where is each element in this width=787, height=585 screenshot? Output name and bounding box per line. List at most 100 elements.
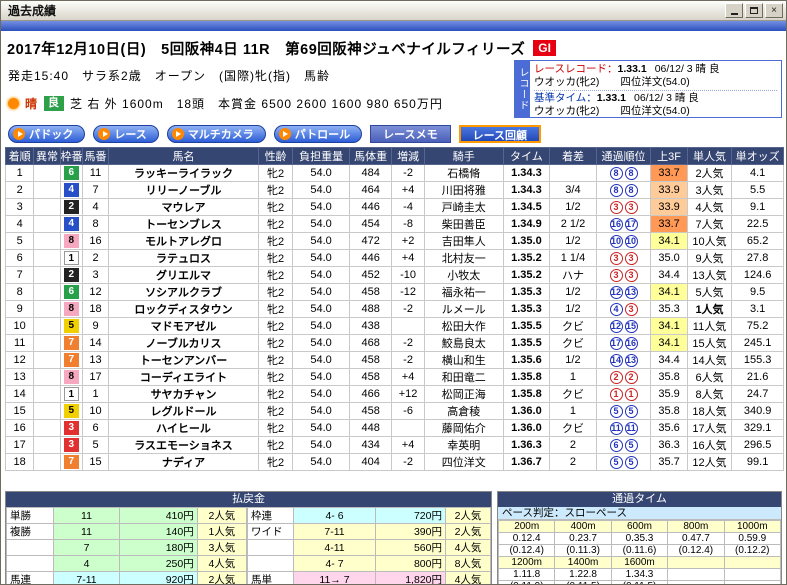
cell-carried-weight: 54.0	[292, 198, 350, 216]
passing-position: 13	[624, 285, 638, 299]
cell-horse-name: マドモアゼル	[108, 317, 259, 335]
passing-position: 3	[624, 251, 638, 265]
cell-horse-number: 12	[81, 283, 110, 301]
table-row[interactable]: 2 4 7 リリーノーブル 牝2 54.0 464 +4 川田将雅 1.34.3 3/4 8 8 33.9…	[4, 181, 784, 199]
lap-cumulative-time	[667, 568, 725, 581]
video-button-3[interactable]: マルチカメラ	[166, 125, 266, 143]
race-review-button[interactable]: レース回顧	[458, 125, 542, 143]
cell-body-weight: 468	[348, 334, 393, 352]
cell-carried-weight: 54.0	[292, 249, 350, 267]
cell-body-weight: 448	[348, 419, 393, 437]
table-row[interactable]: 4 4 8 トーセンブレス 牝2 54.0 454 -8 柴田善臣 1.34.9 2 1/2 16 17…	[4, 215, 784, 233]
cell-time: 1.34.3	[502, 164, 551, 182]
race-conditions: 発走15:40 サラ系2歳 オープン (国際)牝(指) 馬齢	[8, 69, 330, 83]
cell-passing-order: 11 11	[595, 419, 652, 437]
cell-jockey: 柴田善臣	[423, 215, 504, 233]
cell-passing-order: 11	[595, 385, 652, 403]
table-row[interactable]: 15 5 10 レグルドール 牝2 54.0 458 -6 高倉稜 1.36.0 1 5 5 35.8 18…	[4, 402, 784, 420]
table-row[interactable]: 1 6 11 ラッキーライラック 牝2 54.0 484 -2 石橋脩 1.34.3 8 8 33.7 2…	[4, 164, 784, 182]
table-row[interactable]: 11 7 14 ノーブルカリス 牝2 54.0 468 -2 鮫島良太 1.35.5 クビ 17 16 3…	[4, 334, 784, 352]
table-row[interactable]: 6 1 2 ラテュロス 牝2 54.0 446 +4 北村友一 1.35.2 1 1/4 3 3 35.0…	[4, 249, 784, 267]
passing-position: 3	[624, 268, 638, 282]
lap-distance: 1600m	[610, 556, 669, 569]
cell-bracket-number: 7	[59, 334, 83, 352]
lap-distance: 200m	[497, 520, 556, 533]
passing-position: 11	[624, 421, 638, 435]
cell-win-popularity: 6人気	[686, 368, 733, 386]
cell-passing-order: 65	[595, 436, 652, 454]
video-button-1[interactable]: パドック	[8, 125, 86, 143]
cell-win-odds: 124.6	[731, 266, 784, 284]
race-memo-button[interactable]: レースメモ	[370, 125, 451, 143]
cell-weight-change: +4	[391, 181, 425, 199]
passing-position: 10	[609, 234, 623, 248]
passing-position: 13	[624, 353, 638, 367]
cell-horse-name: サヤカチャン	[108, 385, 259, 403]
cell-body-weight: 466	[348, 385, 393, 403]
lap-split-time: (0.11.3)	[554, 544, 612, 557]
table-row[interactable]: 13 8 17 コーディエライト 牝2 54.0 458 +4 和田竜二 1.35.8 1 2 2 35.…	[4, 368, 784, 386]
table-row[interactable]: 8 6 12 ソシアルクラブ 牝2 54.0 458 -12 福永祐一 1.35.3 1/2 12 13…	[4, 283, 784, 301]
cell-jockey: 和田竜二	[423, 368, 504, 386]
cell-horse-number: 17	[81, 368, 110, 386]
results-header-row: 着順 異常 枠番 馬番 馬名 性齢 負担重量 馬体重 増減 騎手 タイム 着差 通過順位 上3F 単人気 単オ…	[4, 147, 784, 165]
cell-body-weight: 484	[348, 164, 393, 182]
grade-badge: GI	[533, 40, 556, 56]
cell-body-weight: 458	[348, 283, 393, 301]
sun-icon	[8, 98, 19, 109]
cell-finish-position: 11	[4, 334, 35, 352]
cell-bracket-number: 8	[59, 232, 83, 250]
titlebar: 過去成績 ×	[1, 1, 786, 21]
cell-weight-change: -10	[391, 266, 425, 284]
race-info-block: 発走15:40 サラ系2歳 オープン (国際)牝(指) 馬齢 晴 良 芝 右 外…	[5, 60, 514, 112]
cell-margin: 1/2	[549, 232, 597, 250]
video-button-4[interactable]: パトロール	[273, 125, 363, 143]
cell-weight-change: -2	[391, 300, 425, 318]
payout-table-left: 単勝 11 410円 2人気 複勝 11 140円 1人気 7 180円 3人気 4 250円 4人気 馬連…	[5, 507, 248, 584]
lap-cumulative-time: 0.59.9	[723, 532, 782, 545]
maximize-button[interactable]	[745, 3, 763, 18]
passing-position: 16	[609, 217, 623, 231]
table-row[interactable]: 14 1 1 サヤカチャン 牝2 54.0 466 +12 松岡正海 1.35.8 クビ 1 1 35.9…	[4, 385, 784, 403]
column-header-5: 性齢	[257, 147, 294, 165]
payout-popularity: 4人気	[196, 555, 248, 572]
cell-win-popularity: 11人気	[686, 317, 733, 335]
cell-horse-number: 15	[81, 453, 110, 471]
column-header-11: 着差	[549, 147, 597, 165]
play-icon	[171, 128, 184, 140]
payout-bet-type: 複勝	[5, 523, 55, 540]
cell-passing-order: 17 16	[595, 334, 652, 352]
race-record-holder: ウオッカ(牝2) 四位洋文(54.0)	[534, 76, 690, 88]
cell-horse-name: ロックディスタウン	[108, 300, 259, 318]
cell-bracket-number: 2	[59, 266, 83, 284]
table-row[interactable]: 18 7 15 ナディア 牝2 54.0 404 -2 四位洋文 1.36.7 2 5 5 35.7 12人…	[4, 453, 784, 471]
cell-finish-position: 18	[4, 453, 35, 471]
cell-finish-position: 12	[4, 351, 35, 369]
cell-passing-order: 14 13	[595, 351, 652, 369]
cell-time: 1.36.3	[502, 436, 551, 454]
cell-passing-order: 12 15	[595, 317, 652, 335]
table-row[interactable]: 9 8 18 ロックディスタウン 牝2 54.0 488 -2 ルメール 1.35.3 1/2 4 3 3…	[4, 300, 784, 318]
cell-weight-change: +4	[391, 368, 425, 386]
minimize-button[interactable]	[725, 3, 743, 18]
cell-win-odds: 27.8	[731, 249, 784, 267]
header-accent-bar	[1, 21, 786, 31]
table-row[interactable]: 10 5 9 マドモアゼル 牝2 54.0 438 松田大作 1.35.5 クビ 12 15 34.1 1…	[4, 317, 784, 335]
lap-split-row: (0.11.9)(0.11.5)(0.11.5)	[497, 580, 782, 584]
cell-body-weight: 446	[348, 249, 393, 267]
payout-amount: 560円	[375, 539, 446, 556]
content: 2017年12月10日(日) 5回阪神4日 11R 第69回阪神ジュベナイルフィ…	[1, 31, 786, 584]
video-button-2[interactable]: レース	[93, 125, 159, 143]
table-row[interactable]: 17 3 5 ラスエモーショネス 牝2 54.0 434 +4 幸英明 1.36.3 2 6 5 36.3…	[4, 436, 784, 454]
table-row[interactable]: 7 2 3 グリエルマ 牝2 54.0 452 -10 小牧太 1.35.2 ハナ 3 3 34.4 13人…	[4, 266, 784, 284]
bracket-badge: 8	[63, 234, 79, 248]
cell-win-popularity: 10人気	[686, 232, 733, 250]
close-button[interactable]: ×	[765, 3, 783, 18]
payout-amount: 390円	[375, 523, 446, 540]
table-row[interactable]: 12 7 13 トーセンアンバー 牝2 54.0 458 -2 横山和生 1.35.6 1/2 14 1…	[4, 351, 784, 369]
cell-jockey: 松岡正海	[423, 385, 504, 403]
table-row[interactable]: 5 8 16 モルトアレグロ 牝2 54.0 472 +2 吉田隼人 1.35.0 1/2 10 10 3…	[4, 232, 784, 250]
table-row[interactable]: 3 2 4 マウレア 牝2 54.0 446 -4 戸崎圭太 1.34.5 1/2 3 3 33.9 4人気…	[4, 198, 784, 216]
cell-carried-weight: 54.0	[292, 181, 350, 199]
table-row[interactable]: 16 3 6 ハイヒール 牝2 54.0 448 藤岡佑介 1.36.0 クビ 11 11 35.6 17…	[4, 419, 784, 437]
